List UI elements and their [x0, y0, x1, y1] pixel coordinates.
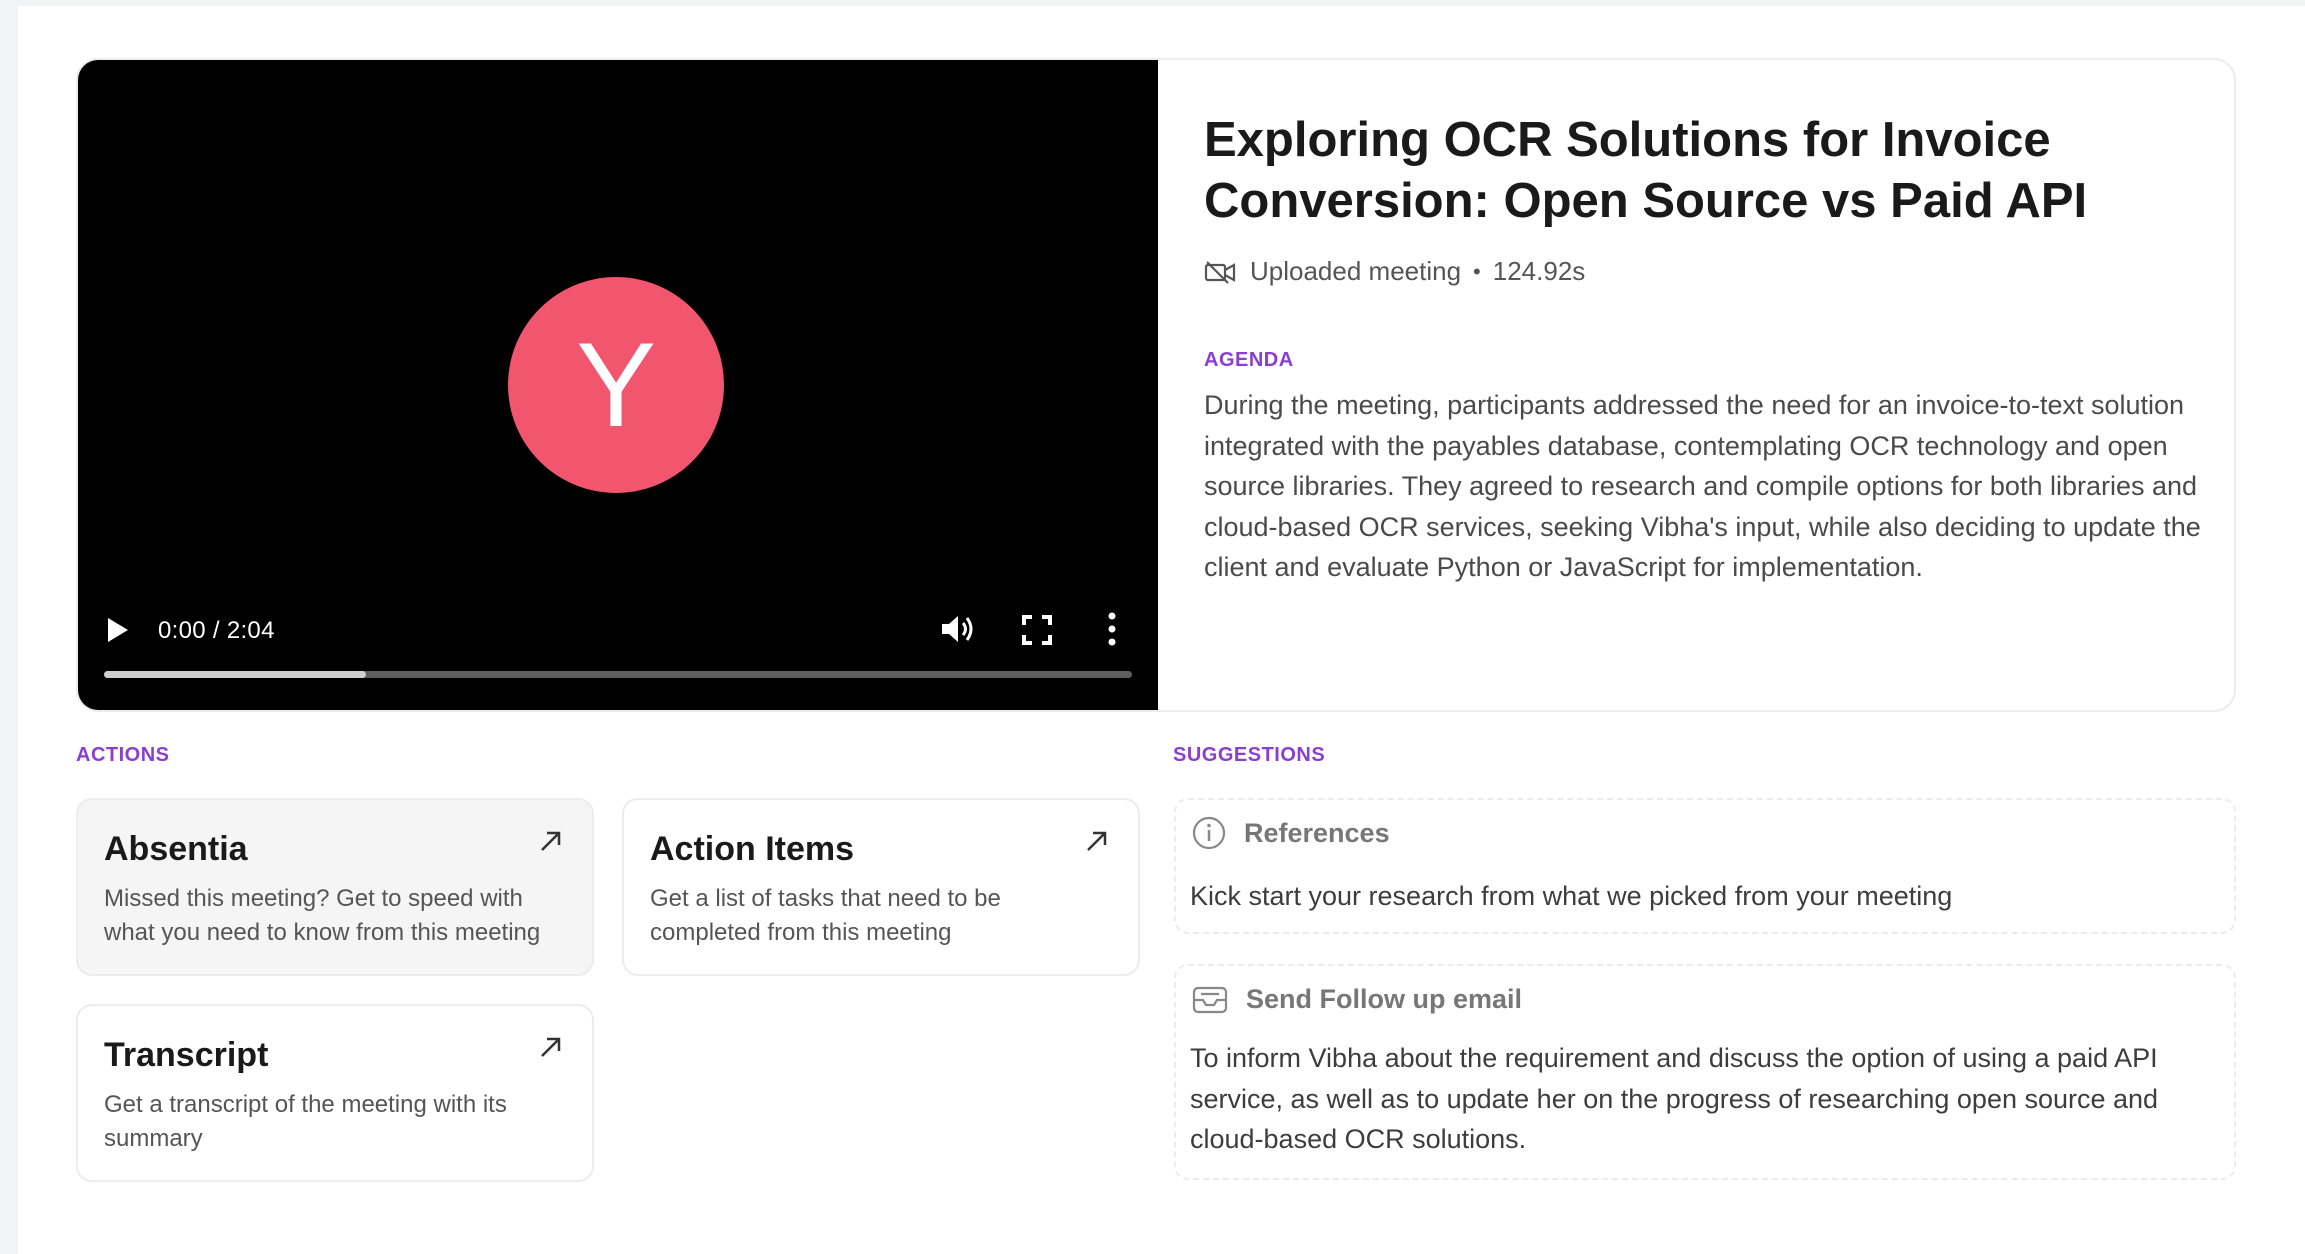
meeting-type: Uploaded meeting	[1250, 256, 1462, 286]
meta-separator: •	[1473, 258, 1481, 284]
meeting-title: Exploring OCR Solutions for Invoice Conv…	[1204, 113, 2088, 228]
action-card-transcript[interactable]: Transcript Get a transcript of the meeti…	[76, 1004, 594, 1182]
arrow-up-right-icon	[541, 831, 561, 851]
action-card-title: Absentia	[104, 830, 248, 868]
video-buffered-fill	[104, 671, 367, 678]
agenda-label: AGENDA	[1204, 349, 1294, 371]
video-time: 0:00 / 2:04	[158, 617, 275, 644]
suggestion-card-references[interactable]: References Kick start your research from…	[1174, 798, 2236, 934]
video-off-icon	[1204, 260, 1236, 284]
play-icon[interactable]	[108, 618, 128, 642]
action-card-title: Transcript	[104, 1036, 269, 1074]
suggestion-text: Kick start your research from what we pi…	[1190, 881, 1953, 911]
inbox-icon	[1192, 986, 1228, 1014]
meeting-meta: Uploaded meeting • 124.92s	[1204, 256, 1585, 287]
page: Y 0:00 / 2:04 Exploring OCR Solutions fo…	[18, 6, 2305, 1254]
suggestion-title: References	[1244, 817, 1390, 848]
fullscreen-icon[interactable]	[1022, 615, 1052, 645]
actions-label: ACTIONS	[76, 744, 170, 766]
arrow-up-right-icon	[1087, 831, 1107, 851]
action-card-description: Get a transcript of the meeting with its…	[104, 1091, 507, 1152]
meeting-duration: 124.92s	[1492, 256, 1586, 286]
video-player[interactable]: Y 0:00 / 2:04	[78, 60, 1158, 710]
arrow-up-right-icon	[541, 1037, 561, 1057]
volume-icon[interactable]	[940, 613, 976, 645]
suggestion-title: Send Follow up email	[1246, 983, 1523, 1014]
suggestion-text: To inform Vibha about the requirement an…	[1190, 1043, 2159, 1154]
action-card-description: Missed this meeting? Get to speed with w…	[104, 885, 541, 946]
more-vertical-icon[interactable]	[1108, 612, 1116, 646]
action-card-action-items[interactable]: Action Items Get a list of tasks that ne…	[622, 798, 1140, 976]
action-card-description: Get a list of tasks that need to be comp…	[650, 885, 1001, 946]
suggestion-header: Send Follow up email	[1192, 982, 1522, 1016]
suggestion-header: References	[1192, 816, 1390, 850]
action-card-absentia[interactable]: Absentia Missed this meeting? Get to spe…	[76, 798, 594, 976]
meeting-hero-card: Y 0:00 / 2:04 Exploring OCR Solutions fo…	[76, 58, 2236, 712]
agenda-text: During the meeting, participants address…	[1204, 390, 2201, 582]
action-card-title: Action Items	[650, 830, 855, 868]
suggestion-card-follow-up-email[interactable]: Send Follow up email To inform Vibha abo…	[1174, 964, 2236, 1180]
video-progress-bar[interactable]	[104, 671, 1132, 678]
suggestions-label: SUGGESTIONS	[1173, 744, 1326, 766]
avatar: Y	[508, 277, 724, 493]
info-icon	[1192, 816, 1226, 850]
